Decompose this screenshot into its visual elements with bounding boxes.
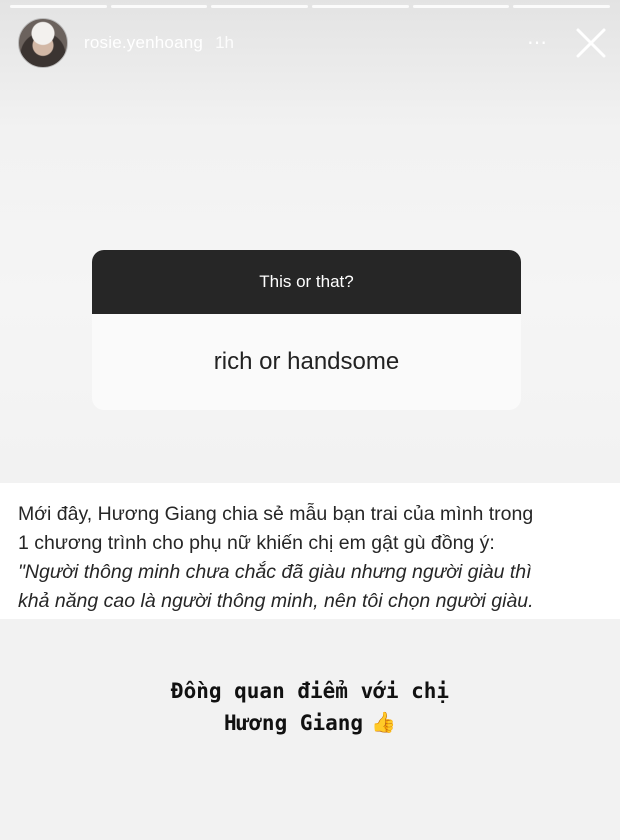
story-progress-bar xyxy=(10,5,611,8)
story-text-line: Đồng quan điểm với chị xyxy=(170,679,450,703)
progress-segment xyxy=(312,5,409,8)
progress-segment xyxy=(211,5,309,8)
story-text: Đồng quan điểm với chị Hương Giang 👍 xyxy=(0,676,620,739)
progress-segment xyxy=(110,5,208,8)
caption-line: Mới đây, Hương Giang chia sẻ mẫu bạn tra… xyxy=(18,503,534,525)
question-title: This or that? xyxy=(92,250,521,314)
caption-quote-line: khả năng cao là người thông minh, nên tô… xyxy=(18,590,534,612)
story-header: rosie.yenhoang 1h ⋯ xyxy=(18,18,608,68)
progress-segment xyxy=(513,5,611,8)
close-icon[interactable] xyxy=(574,26,608,60)
story-text-name: Hương Giang xyxy=(224,711,364,735)
post-time: 1h xyxy=(215,33,234,52)
story-text-line-2: Hương Giang 👍 xyxy=(0,707,620,739)
more-options-icon[interactable]: ⋯ xyxy=(527,33,548,53)
avatar[interactable] xyxy=(18,18,68,68)
caption-quote-line: "Người thông minh chưa chắc đã giàu nhưn… xyxy=(18,561,532,583)
caption-line: 1 chương trình cho phụ nữ khiến chị em g… xyxy=(18,532,495,554)
question-sticker[interactable]: This or that? rich or handsome xyxy=(92,250,521,410)
caption-box: Mới đây, Hương Giang chia sẻ mẫu bạn tra… xyxy=(0,483,620,619)
progress-segment xyxy=(412,5,510,8)
username[interactable]: rosie.yenhoang xyxy=(84,33,203,53)
progress-segment xyxy=(10,5,107,8)
question-answer: rich or handsome xyxy=(213,348,400,375)
thumbs-up-icon: 👍 xyxy=(371,710,396,734)
